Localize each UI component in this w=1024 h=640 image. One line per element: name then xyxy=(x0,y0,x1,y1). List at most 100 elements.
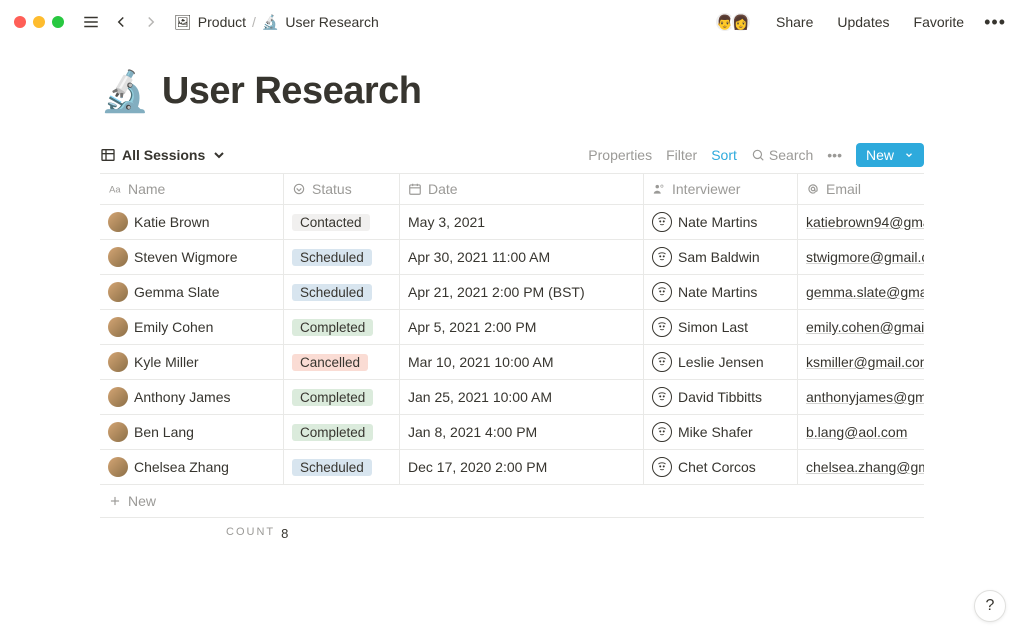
cell-name[interactable]: Ben Lang xyxy=(100,415,284,449)
cell-email[interactable]: anthonyjames@gmail.com xyxy=(798,380,924,414)
cell-name[interactable]: Emily Cohen xyxy=(100,310,284,344)
topbar: 🖼 Product / 🔬 User Research 👨 👩 Share Up… xyxy=(0,0,1024,44)
cell-date[interactable]: Dec 17, 2020 2:00 PM xyxy=(400,450,644,484)
cell-name[interactable]: Steven Wigmore xyxy=(100,240,284,274)
minimize-window-icon[interactable] xyxy=(33,16,45,28)
new-row-label: New xyxy=(128,493,156,509)
filter-button[interactable]: Filter xyxy=(666,147,697,163)
back-icon[interactable] xyxy=(110,11,132,33)
share-button[interactable]: Share xyxy=(768,10,821,34)
cell-interviewer[interactable]: Nate Martins xyxy=(644,275,798,309)
cell-interviewer[interactable]: Sam Baldwin xyxy=(644,240,798,274)
favorite-button[interactable]: Favorite xyxy=(906,10,973,34)
new-button[interactable]: New xyxy=(856,143,924,167)
cell-status[interactable]: Scheduled xyxy=(284,240,400,274)
view-more-icon[interactable]: ••• xyxy=(827,147,842,163)
cell-interviewer[interactable]: David Tibbitts xyxy=(644,380,798,414)
table-row[interactable]: Steven WigmoreScheduledApr 30, 2021 11:0… xyxy=(100,240,924,275)
search-button[interactable]: Search xyxy=(751,147,813,163)
status-tag: Scheduled xyxy=(292,284,372,301)
breadcrumb: 🖼 Product / 🔬 User Research xyxy=(174,14,379,31)
view-name: All Sessions xyxy=(122,147,205,163)
table-row[interactable]: Chelsea Zhang Scheduled Dec 17, 2020 2:00 … xyxy=(100,450,924,485)
cell-status[interactable]: Cancelled xyxy=(284,345,400,379)
table-row[interactable]: Ben Lang Completed Jan 8, 2021 4:00 PMMike… xyxy=(100,415,924,450)
cell-date[interactable]: Apr 21, 2021 2:00 PM (BST) xyxy=(400,275,644,309)
new-button-label: New xyxy=(866,147,894,163)
database-table: Aa Name Status Date Interviewer Email Ka… xyxy=(100,173,924,518)
status-tag: Completed xyxy=(292,319,373,336)
interviewer-avatar-icon xyxy=(652,247,672,267)
table-row[interactable]: Kyle Miller CancelledMar 10, 2021 10:00 A… xyxy=(100,345,924,380)
breadcrumb-page[interactable]: User Research xyxy=(285,14,378,30)
cell-status[interactable]: Completed xyxy=(284,380,400,414)
column-header-status[interactable]: Status xyxy=(284,174,400,204)
cell-interviewer[interactable]: Simon Last xyxy=(644,310,798,344)
new-row-button[interactable]: New xyxy=(100,485,924,518)
person-avatar-icon xyxy=(108,387,128,407)
cell-date[interactable]: Jan 8, 2021 4:00 PM xyxy=(400,415,644,449)
person-avatar-icon xyxy=(108,352,128,372)
breadcrumb-parent[interactable]: Product xyxy=(198,14,246,30)
cell-email[interactable]: emily.cohen@gmail.com xyxy=(798,310,924,344)
table-row[interactable]: Anthony JamesCompletedJan 25, 2021 10:00… xyxy=(100,380,924,415)
cell-date[interactable]: Jan 25, 2021 10:00 AM xyxy=(400,380,644,414)
view-tab[interactable]: All Sessions xyxy=(100,147,227,163)
page-emoji-icon[interactable]: 🔬 xyxy=(100,68,150,115)
status-tag: Scheduled xyxy=(292,459,372,476)
cell-email[interactable]: stwigmore@gmail.com xyxy=(798,240,924,274)
column-header-date[interactable]: Date xyxy=(400,174,644,204)
cell-interviewer[interactable]: Nate Martins xyxy=(644,205,798,239)
window-controls xyxy=(14,16,64,28)
cell-email[interactable]: b.lang@aol.com xyxy=(798,415,924,449)
cell-name[interactable]: Kyle Miller xyxy=(100,345,284,379)
cell-date[interactable]: Apr 5, 2021 2:00 PM xyxy=(400,310,644,344)
cell-status[interactable]: Scheduled xyxy=(284,275,400,309)
cell-name[interactable]: Gemma Slate xyxy=(100,275,284,309)
cell-status[interactable]: Scheduled xyxy=(284,450,400,484)
close-window-icon[interactable] xyxy=(14,16,26,28)
cell-date[interactable]: May 3, 2021 xyxy=(400,205,644,239)
updates-button[interactable]: Updates xyxy=(829,10,897,34)
forward-icon[interactable] xyxy=(140,11,162,33)
person-name: Kyle Miller xyxy=(134,354,199,370)
cell-email[interactable]: ksmiller@gmail.com xyxy=(798,345,924,379)
view-toolbar: All Sessions Properties Filter Sort Sear… xyxy=(100,143,924,167)
cell-interviewer[interactable]: Leslie Jensen xyxy=(644,345,798,379)
table-row[interactable]: Emily Cohen Completed Apr 5, 2021 2:00 PM S… xyxy=(100,310,924,345)
cell-status[interactable]: Completed xyxy=(284,310,400,344)
column-header-interviewer[interactable]: Interviewer xyxy=(644,174,798,204)
calendar-icon xyxy=(408,182,422,196)
presence-avatars[interactable]: 👨 👩 xyxy=(720,11,752,33)
properties-button[interactable]: Properties xyxy=(588,147,652,163)
interviewer-name: Simon Last xyxy=(678,319,748,335)
cell-name[interactable]: Anthony James xyxy=(100,380,284,414)
table-row[interactable]: Gemma Slate Scheduled Apr 21, 2021 2:00 PM… xyxy=(100,275,924,310)
count-value: 8 xyxy=(281,526,288,541)
cell-email[interactable]: gemma.slate@gmail.com xyxy=(798,275,924,309)
table-row[interactable]: Katie BrownContactedMay 3, 2021Nate Mart… xyxy=(100,205,924,240)
cell-status[interactable]: Completed xyxy=(284,415,400,449)
menu-icon[interactable] xyxy=(80,11,102,33)
cell-date[interactable]: Apr 30, 2021 11:00 AM xyxy=(400,240,644,274)
maximize-window-icon[interactable] xyxy=(52,16,64,28)
column-header-email[interactable]: Email xyxy=(798,174,924,204)
more-icon[interactable]: ••• xyxy=(980,12,1010,33)
cell-name[interactable]: Chelsea Zhang xyxy=(100,450,284,484)
sort-button[interactable]: Sort xyxy=(711,147,737,163)
person-name: Emily Cohen xyxy=(134,319,213,335)
cell-email[interactable]: chelsea.zhang@gmail.com xyxy=(798,450,924,484)
person-icon xyxy=(652,182,666,196)
cell-name[interactable]: Katie Brown xyxy=(100,205,284,239)
cell-interviewer[interactable]: Mike Shafer xyxy=(644,415,798,449)
count-row: COUNT 8 xyxy=(100,518,924,549)
cell-status[interactable]: Contacted xyxy=(284,205,400,239)
cell-date[interactable]: Mar 10, 2021 10:00 AM xyxy=(400,345,644,379)
column-header-name[interactable]: Aa Name xyxy=(100,174,284,204)
status-tag: Completed xyxy=(292,424,373,441)
help-button[interactable]: ? xyxy=(974,590,1006,622)
cell-email[interactable]: katiebrown94@gmail.com xyxy=(798,205,924,239)
interviewer-avatar-icon xyxy=(652,352,672,372)
cell-interviewer[interactable]: Chet Corcos xyxy=(644,450,798,484)
page-title-text[interactable]: User Research xyxy=(162,70,422,113)
